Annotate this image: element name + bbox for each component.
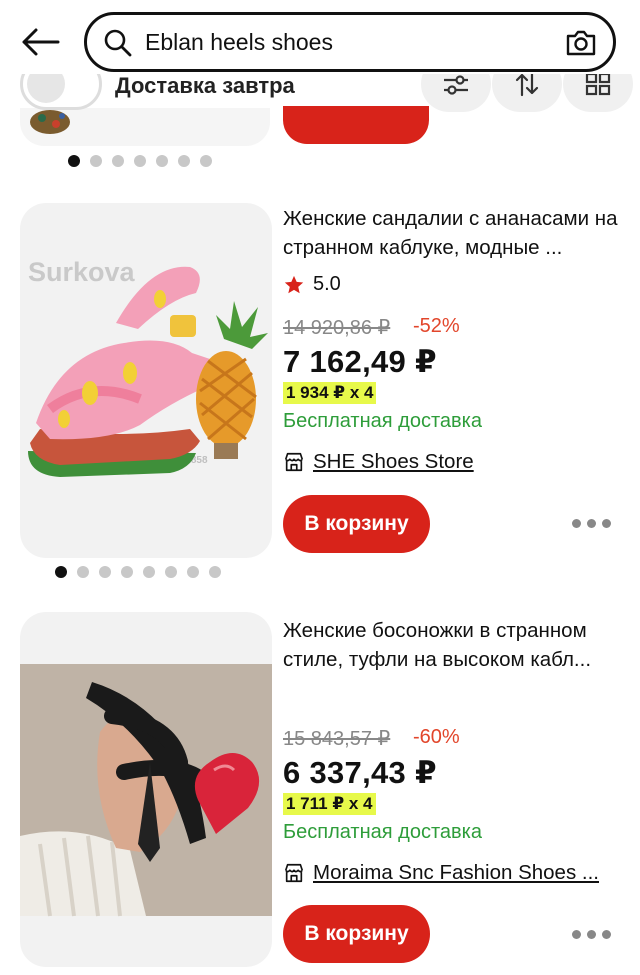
free-shipping-label: Бесплатная доставка — [283, 410, 482, 432]
product-price: 6 337,43 ₽ — [283, 755, 437, 790]
pager-dot[interactable] — [165, 566, 177, 578]
pager-dot[interactable] — [121, 566, 133, 578]
product-price: 7 162,49 ₽ — [283, 344, 437, 379]
delivery-filter-label: Доставка завтра — [115, 73, 295, 98]
pager-dot[interactable] — [112, 155, 124, 167]
product-title[interactable]: Женские сандалии с ананасами на странном… — [283, 204, 623, 262]
star-icon — [284, 275, 304, 293]
add-to-cart-button[interactable]: В корзину — [283, 495, 430, 553]
pager-dot[interactable] — [209, 566, 221, 578]
store-name[interactable]: SHE Shoes Store — [313, 450, 474, 474]
pager-dot[interactable] — [68, 155, 80, 167]
pager-dot[interactable] — [134, 155, 146, 167]
pager-dot[interactable] — [55, 566, 67, 578]
grid-icon — [585, 72, 611, 96]
heart-heel-illustration — [20, 664, 272, 917]
more-options-button[interactable] — [572, 519, 611, 528]
pager-dot[interactable] — [200, 155, 212, 167]
dot-icon — [572, 930, 581, 939]
previous-product-image[interactable] — [20, 108, 270, 146]
pager-dot[interactable] — [143, 566, 155, 578]
installment-price: 1 934 ₽ x 4 — [283, 382, 377, 404]
old-price: 14 920,86 ₽ — [283, 317, 391, 339]
dot-icon — [602, 930, 611, 939]
dot-icon — [572, 519, 581, 528]
old-price: 15 843,57 ₽ — [283, 728, 391, 750]
arrow-left-icon — [22, 28, 60, 56]
dot-icon — [587, 519, 596, 528]
top-bar: Eblan heels shoes — [0, 0, 640, 74]
search-input[interactable]: Eblan heels shoes — [84, 12, 616, 72]
search-query: Eblan heels shoes — [145, 29, 333, 55]
search-icon — [104, 29, 132, 57]
pager-dot[interactable] — [77, 566, 89, 578]
discount-badge: -52% — [413, 315, 460, 337]
pager-dot[interactable] — [90, 155, 102, 167]
store-icon — [284, 863, 304, 883]
store-name[interactable]: Moraima Snc Fashion Shoes ... — [313, 861, 599, 885]
product-rating: 5.0 — [283, 273, 341, 296]
rating-value: 5.0 — [313, 273, 341, 295]
store-icon — [284, 452, 304, 472]
product-title[interactable]: Женские босоножки в странном стиле, туфл… — [283, 616, 623, 674]
store-link[interactable]: SHE Shoes Store — [283, 450, 474, 474]
pager-dot[interactable] — [156, 155, 168, 167]
free-shipping-label: Бесплатная доставка — [283, 821, 482, 843]
pager-dot[interactable] — [187, 566, 199, 578]
add-to-cart-button[interactable]: В корзину — [283, 905, 430, 963]
product-image[interactable]: Surkova Store No.1102471858 — [20, 203, 272, 558]
store-link[interactable]: Moraima Snc Fashion Shoes ... — [283, 861, 599, 885]
product-image-pager[interactable] — [55, 566, 221, 578]
camera-icon[interactable] — [565, 28, 597, 58]
pager-dot[interactable] — [178, 155, 190, 167]
previous-image-pager[interactable] — [68, 155, 212, 167]
installment-price: 1 711 ₽ x 4 — [283, 793, 376, 815]
discount-badge: -60% — [413, 726, 460, 748]
sliders-icon — [444, 75, 468, 95]
dot-icon — [587, 930, 596, 939]
back-button[interactable] — [18, 22, 62, 62]
more-options-button[interactable] — [572, 930, 611, 939]
sort-icon — [515, 71, 539, 97]
product-image[interactable] — [20, 612, 272, 967]
dot-icon — [602, 519, 611, 528]
pineapple-sandal-illustration — [28, 266, 268, 477]
pager-dot[interactable] — [99, 566, 111, 578]
